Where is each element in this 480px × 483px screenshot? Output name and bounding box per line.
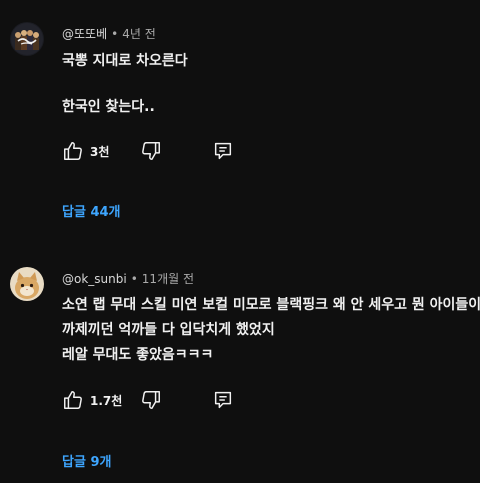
avatar[interactable]	[10, 267, 44, 301]
comment-text-line: 까제끼던 억까들 다 입닥치게 했었지	[62, 322, 275, 338]
comment-author[interactable]: @ok_sunbi	[62, 272, 127, 286]
meta-separator: •	[130, 272, 138, 286]
avatar-cat-image	[10, 267, 44, 301]
thumbs-down-icon	[142, 391, 160, 409]
like-count: 1.7천	[90, 393, 123, 408]
thumbs-up-icon	[64, 391, 82, 409]
reply-button[interactable]	[212, 389, 234, 411]
comment-text-line: 소연 랩 무대 스킬 미연 보컬 미모로 블랙핑크 왜 안 세우고 뭔 아이들이	[62, 297, 480, 313]
comment-text-line: 레알 무대도 좋았음ㅋㅋㅋ	[62, 347, 214, 363]
comment-time[interactable]: 11개월 전	[142, 272, 194, 286]
comment-thread: @ok_sunbi • 11개월 전 소연 랩 무대 스킬 미연 보컬 미모로 블랙…	[0, 0, 480, 483]
like-button[interactable]: 1.7천	[62, 389, 122, 411]
comment-meta: @ok_sunbi • 11개월 전	[62, 270, 194, 287]
view-replies-button[interactable]: 답글 9개	[62, 451, 111, 470]
reply-icon	[214, 391, 232, 409]
dislike-button[interactable]	[140, 389, 162, 411]
